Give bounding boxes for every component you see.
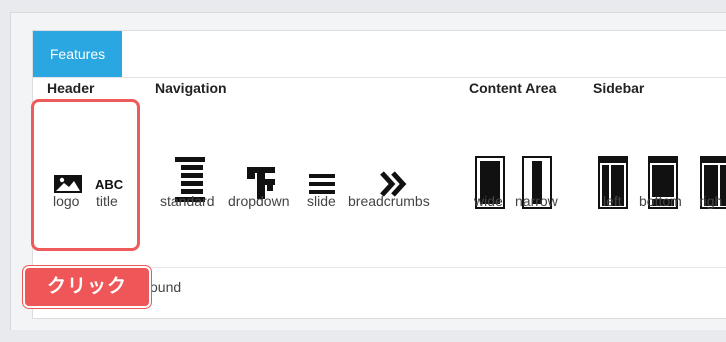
header-highlight-frame (31, 99, 140, 251)
section-title-content-area: Content Area (469, 80, 557, 96)
label-dropdown: dropdown (228, 193, 290, 209)
label-bottom: bottom (639, 193, 682, 209)
click-callout-badge: クリック (23, 266, 151, 308)
tab-divider (33, 77, 726, 78)
label-standard: standard (160, 193, 215, 209)
label-right: righ (699, 193, 723, 209)
section-title-navigation: Navigation (155, 80, 227, 96)
label-breadcrumbs: breadcrumbs (348, 193, 430, 209)
slide-menu-icon[interactable] (309, 174, 335, 194)
label-wide: wide (474, 193, 503, 209)
background-label-partial: ound (150, 279, 182, 295)
label-left: left (603, 193, 622, 209)
tab-features[interactable]: Features (33, 31, 122, 77)
section-title-header: Header (47, 80, 95, 96)
label-narrow: narrow (515, 193, 558, 209)
label-slide: slide (307, 193, 336, 209)
section-title-sidebar: Sidebar (593, 80, 645, 96)
